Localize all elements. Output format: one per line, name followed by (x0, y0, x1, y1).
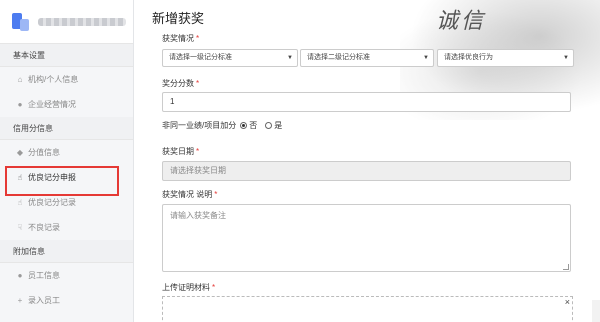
score-label-text: 奖分分数 (162, 79, 194, 88)
main-content: 诚信 新增获奖 获奖情况 * 请选择一级记分标准 ▼ 请选择二级记分标准 ▼ 请选… (134, 0, 600, 322)
calligraphy-decoration: 诚信 (435, 9, 486, 34)
required-mark: * (196, 79, 200, 88)
upload-label-text: 上传证明材料 (162, 283, 210, 292)
award-situation-label: 获奖情况 * (162, 33, 199, 44)
dropdown-arrow-icon: ▼ (563, 55, 569, 61)
sidebar-item-label: 优良记分记录 (28, 198, 76, 207)
app-logo-icon (10, 11, 30, 33)
brand-header (0, 0, 133, 44)
sidebar-item-score-info[interactable]: ◆ 分值信息 (0, 140, 133, 165)
radio-unchecked-icon (265, 122, 273, 129)
sidebar-item-label: 录入员工 (28, 296, 60, 305)
diamond-icon: ◆ (16, 148, 24, 157)
upload-dropzone[interactable]: × (162, 296, 573, 322)
add-user-icon: + (17, 296, 23, 305)
sidebar-item-label: 分值信息 (28, 148, 60, 157)
required-mark: * (196, 34, 200, 43)
sidebar-item-label: 机构/个人信息 (28, 75, 79, 84)
required-mark: * (214, 190, 218, 199)
award-date-label-text: 获奖日期 (162, 147, 194, 156)
sidebar-item-add-employee[interactable]: + 录入员工 (0, 288, 133, 313)
page-title: 新增获奖 (152, 11, 205, 26)
score-input[interactable]: 1 (162, 92, 571, 112)
select-level2-standard[interactable]: 请选择二级记分标准 ▼ (300, 49, 434, 67)
sidebar-item-label: 不良记录 (28, 223, 60, 232)
scrollbar[interactable] (592, 300, 600, 322)
non-same-project-row: 非同一业绩/项目加分 否 是 (162, 120, 282, 131)
non-same-project-label: 非同一业绩/项目加分 (162, 121, 237, 130)
user-icon: ● (17, 100, 23, 109)
dropdown-arrow-icon: ▼ (423, 55, 429, 61)
sidebar-item-employee-info[interactable]: ● 员工信息 (0, 263, 133, 288)
award-situation-label-text: 获奖情况 (162, 34, 194, 43)
hand-down-icon: ☟ (17, 223, 23, 232)
group-credit-info: 信用分信息 (0, 117, 133, 140)
bank-icon: ⌂ (17, 75, 23, 84)
award-date-label: 获奖日期 * (162, 146, 199, 157)
upload-label: 上传证明材料 * (162, 282, 215, 293)
description-textarea[interactable]: 请输入获奖备注 (162, 204, 571, 272)
hand-icon: ☝ (17, 198, 23, 207)
resize-handle-icon[interactable] (563, 264, 569, 270)
group-additional-info: 附加信息 (0, 240, 133, 263)
sidebar-item-business-status[interactable]: ● 企业经营情况 (0, 92, 133, 117)
sidebar-item-bad-records[interactable]: ☟ 不良记录 (0, 215, 133, 240)
brand-name-blurred (38, 17, 126, 26)
group-basic-settings: 基本设置 (0, 44, 133, 67)
award-date-input[interactable]: 请选择获奖日期 (162, 161, 571, 181)
sidebar-item-label: 企业经营情况 (28, 100, 76, 109)
description-label: 获奖情况 说明 * (162, 189, 217, 200)
select-level1-standard[interactable]: 请选择一级记分标准 ▼ (162, 49, 298, 67)
users-icon: ● (17, 271, 23, 280)
radio-yes-label: 是 (274, 121, 283, 130)
radio-checked-icon (240, 122, 248, 129)
radio-yes[interactable]: 是 (265, 120, 282, 131)
sidebar-item-label: 员工信息 (28, 271, 60, 280)
highlight-box (5, 166, 119, 196)
select-level2-text: 请选择二级记分标准 (307, 54, 370, 61)
select-level1-text: 请选择一级记分标准 (169, 54, 232, 61)
radio-no[interactable]: 否 (240, 120, 257, 131)
select-good-behavior[interactable]: 请选择优良行为 ▼ (437, 49, 574, 67)
score-label: 奖分分数 * (162, 78, 199, 89)
radio-no-label: 否 (249, 121, 258, 130)
select-behavior-text: 请选择优良行为 (444, 54, 493, 61)
required-mark: * (212, 283, 216, 292)
required-mark: * (196, 147, 200, 156)
description-placeholder: 请输入获奖备注 (170, 211, 226, 220)
description-label-text: 获奖情况 说明 (162, 190, 213, 199)
sidebar-item-org-info[interactable]: ⌂ 机构/个人信息 (0, 67, 133, 92)
dropdown-arrow-icon: ▼ (287, 55, 293, 61)
close-icon[interactable]: × (565, 297, 570, 307)
sidebar: 基本设置 ⌂ 机构/个人信息 ● 企业经营情况 信用分信息 ◆ 分值信息 ☝ 优… (0, 0, 134, 322)
